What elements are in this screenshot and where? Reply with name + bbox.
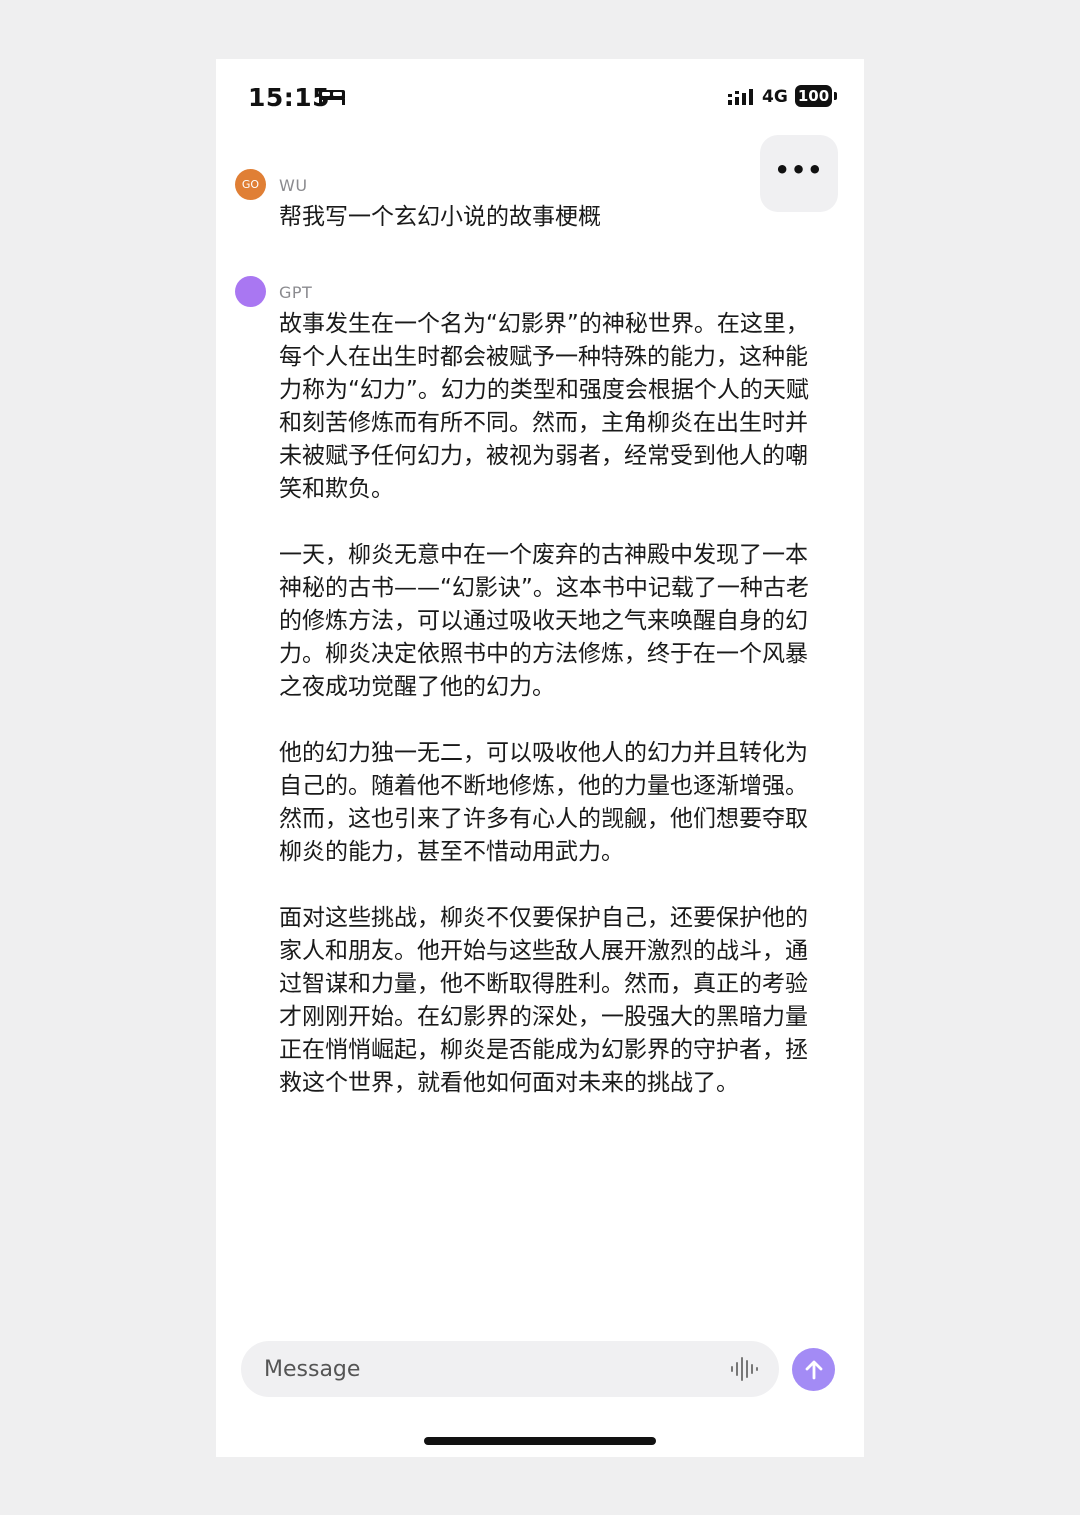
voice-waveform-icon[interactable] <box>730 1355 760 1383</box>
gpt-paragraph: 他的幻力独一无二，可以吸收他人的幻力并且转化为自己的。随着他不断地修炼，他的力量… <box>279 740 808 865</box>
screenshot-frame: 15:15 4G 100 ••• GO WU 帮我写一个玄幻小说的故事梗概 GP… <box>0 0 1080 1515</box>
gpt-message-text: 故事发生在一个名为“幻影界”的神秘世界。在这里，每个人在出生时都会被赋予一种特殊… <box>279 308 819 1133</box>
message-input[interactable] <box>264 1341 704 1397</box>
message-composer <box>241 1341 779 1397</box>
gpt-paragraph: 一天，柳炎无意中在一个废弃的古神殿中发现了一本神秘的古书——“幻影诀”。这本书中… <box>279 542 809 700</box>
battery-tip <box>834 92 837 100</box>
gpt-avatar <box>235 276 266 307</box>
user-message-text: 帮我写一个玄幻小说的故事梗概 <box>279 204 601 230</box>
user-avatar: GO <box>235 169 266 200</box>
home-indicator[interactable] <box>424 1437 656 1445</box>
gpt-paragraph: 故事发生在一个名为“幻影界”的神秘世界。在这里，每个人在出生时都会被赋予一种特殊… <box>279 311 809 502</box>
user-sender-name: WU <box>279 176 308 195</box>
gpt-sender-name: GPT <box>279 283 313 302</box>
phone-screen: 15:15 4G 100 ••• GO WU 帮我写一个玄幻小说的故事梗概 GP… <box>216 59 864 1457</box>
bed-icon <box>319 90 345 105</box>
more-dots-icon: ••• <box>774 155 824 184</box>
send-button[interactable] <box>792 1348 835 1391</box>
gpt-paragraph: 面对这些挑战，柳炎不仅要保护自己，还要保护他的家人和朋友。他开始与这些敌人展开激… <box>279 905 808 1096</box>
battery-icon: 100 <box>795 85 832 107</box>
network-type: 4G <box>762 87 788 107</box>
signal-icon <box>728 89 753 105</box>
arrow-up-icon <box>805 1360 822 1379</box>
